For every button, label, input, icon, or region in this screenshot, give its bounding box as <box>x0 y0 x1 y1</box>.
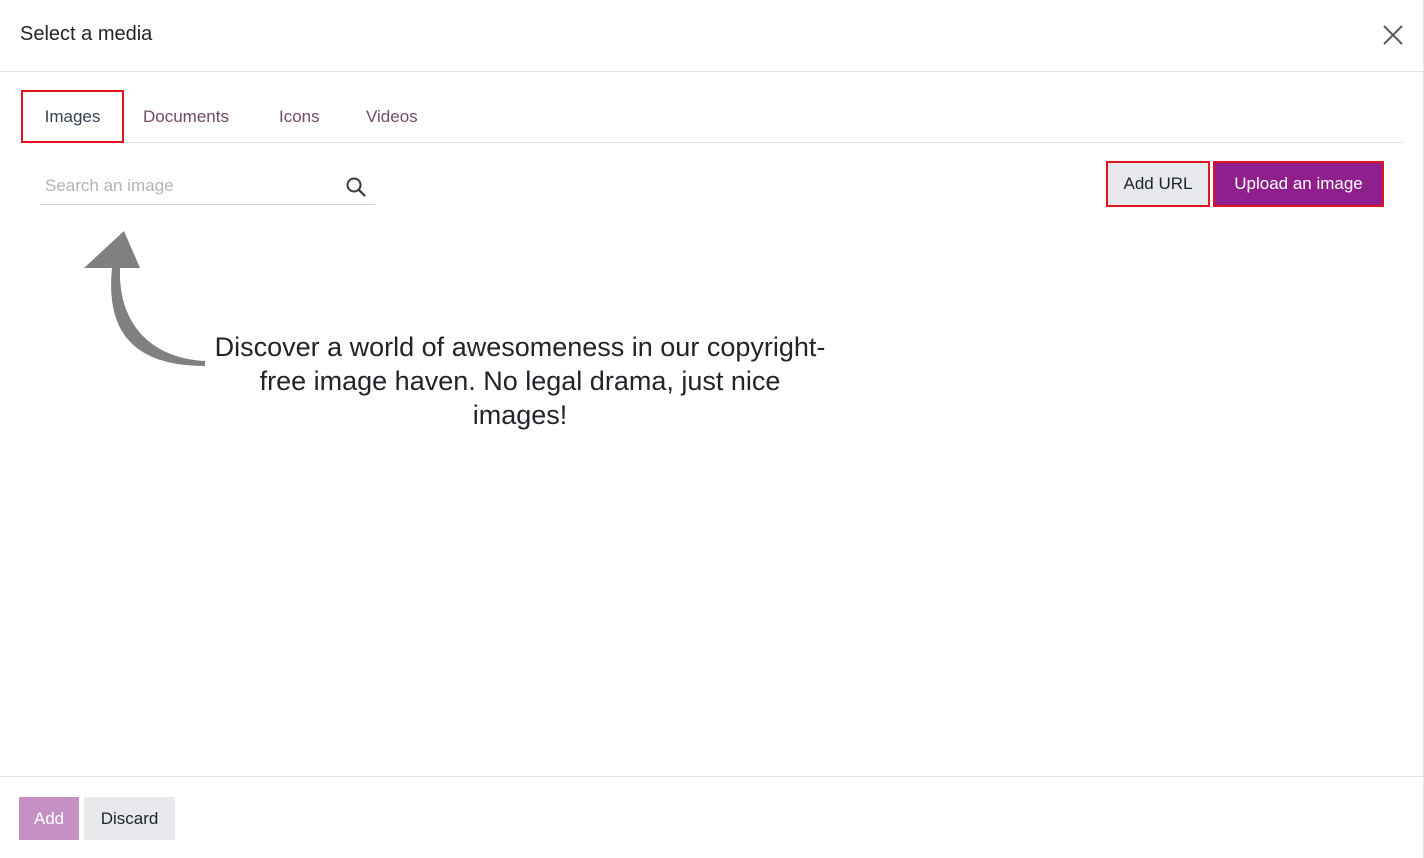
search-icon[interactable] <box>345 176 367 198</box>
dialog-footer: Add Discard <box>0 776 1423 858</box>
tab-icons[interactable]: Icons <box>279 90 320 143</box>
close-button[interactable] <box>1380 22 1406 48</box>
tab-images[interactable]: Images <box>21 90 124 143</box>
add-url-button[interactable]: Add URL <box>1106 161 1210 207</box>
media-dialog: Select a media Images Documents Icons Vi… <box>0 0 1424 858</box>
search-input[interactable] <box>40 168 340 204</box>
curved-arrow-icon <box>84 231 205 366</box>
add-button[interactable]: Add <box>19 797 79 840</box>
search-bar <box>40 168 375 205</box>
tab-documents[interactable]: Documents <box>143 90 229 143</box>
empty-state-message: Discover a world of awesomeness in our c… <box>214 332 826 430</box>
close-icon <box>1383 25 1403 45</box>
tab-videos[interactable]: Videos <box>366 90 418 143</box>
dialog-title: Select a media <box>20 23 153 45</box>
dialog-header: Select a media <box>0 0 1423 72</box>
discard-button[interactable]: Discard <box>84 797 175 840</box>
media-tabs: Images Documents Icons Videos <box>20 90 1403 143</box>
upload-image-button[interactable]: Upload an image <box>1213 161 1384 207</box>
